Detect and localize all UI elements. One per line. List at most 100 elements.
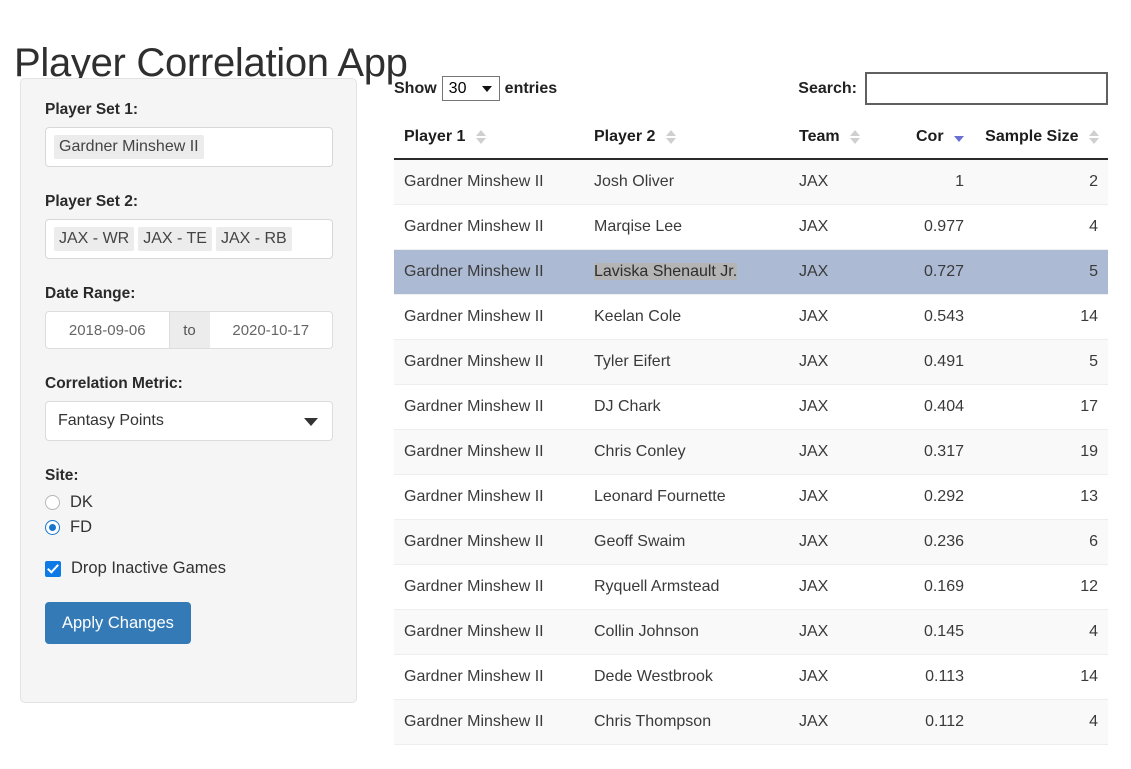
cell-player2: Chris Thompson (584, 699, 789, 745)
column-header-sample-size[interactable]: Sample Size (974, 120, 1108, 160)
table-body: Gardner Minshew II Josh Oliver JAX 1 2 Gardne… (394, 159, 1108, 745)
cell-player2: Dede Westbrook (584, 654, 789, 700)
cell-team: JAX (789, 519, 864, 565)
cell-player2: Geoff Swaim (584, 519, 789, 565)
player-set-1-label: Player Set 1: (45, 101, 139, 118)
cell-team: JAX (789, 204, 864, 250)
cell-cor: 0.491 (864, 339, 974, 385)
player-set-2-label: Player Set 2: (45, 193, 139, 210)
date-start-input[interactable]: 2018-09-06 (45, 311, 170, 349)
cell-player2: Leonard Fournette (584, 474, 789, 520)
cell-team: JAX (789, 429, 864, 475)
correlation-table: Player 1 Player 2 Team Cor Sample Size G… (394, 120, 1108, 745)
table-row[interactable]: Gardner Minshew II Collin Johnson JAX 0.145… (394, 609, 1108, 655)
cell-cor: 0.543 (864, 294, 974, 340)
column-header-player1[interactable]: Player 1 (394, 120, 584, 160)
table-row[interactable]: Gardner Minshew II Ryquell Armstead JAX 0.1… (394, 564, 1108, 610)
site-radio-fd-label: FD (70, 518, 92, 536)
cell-player2: Tyler Eifert (584, 339, 789, 385)
cell-sample-size: 4 (974, 204, 1108, 250)
cell-sample-size: 4 (974, 609, 1108, 655)
site-label: Site: (45, 467, 79, 484)
cell-team: JAX (789, 474, 864, 520)
cell-player1: Gardner Minshew II (394, 294, 584, 340)
apply-changes-button[interactable]: Apply Changes (45, 602, 191, 644)
date-range-label: Date Range: (45, 285, 136, 302)
cell-player1: Gardner Minshew II (394, 654, 584, 700)
table-controls: Show 30 entries Search: (394, 72, 1108, 110)
cell-sample-size: 4 (974, 699, 1108, 745)
cell-cor: 0.145 (864, 609, 974, 655)
table-row[interactable]: Gardner Minshew II Chris Conley JAX 0.317 19 (394, 429, 1108, 475)
cell-cor: 0.236 (864, 519, 974, 565)
cell-cor: 0.727 (864, 249, 974, 295)
player-set-2-token[interactable]: JAX - RB (215, 227, 292, 251)
column-header-team[interactable]: Team (789, 120, 864, 160)
table-row[interactable]: Gardner Minshew II Laviska Shenault Jr. JA… (394, 249, 1108, 295)
column-header-cor-label: Cor (915, 128, 944, 145)
cell-team: JAX (789, 294, 864, 340)
cell-player2: Chris Conley (584, 429, 789, 475)
cell-player1: Gardner Minshew II (394, 159, 584, 205)
correlation-metric-label: Correlation Metric: (45, 375, 183, 392)
table-row[interactable]: Gardner Minshew II Keelan Cole JAX 0.543 14 (394, 294, 1108, 340)
player-set-2-token[interactable]: JAX - TE (138, 227, 212, 251)
player-set-1-token[interactable]: Gardner Minshew II (54, 135, 204, 159)
player-set-2-input[interactable]: JAX - WR JAX - TE JAX - RB (45, 219, 333, 259)
date-end-input[interactable]: 2020-10-17 (209, 311, 333, 349)
column-header-sample-size-label: Sample Size (985, 128, 1079, 145)
cell-team: JAX (789, 384, 864, 430)
cell-cor: 0.112 (864, 699, 974, 745)
cell-player1: Gardner Minshew II (394, 564, 584, 610)
table-row[interactable]: Gardner Minshew II Geoff Swaim JAX 0.236 6 (394, 519, 1108, 565)
cell-cor: 0.113 (864, 654, 974, 700)
cell-cor: 0.977 (864, 204, 974, 250)
correlation-metric-select[interactable]: Fantasy Points (45, 401, 333, 441)
cell-sample-size: 19 (974, 429, 1108, 475)
table-row[interactable]: Gardner Minshew II Marqise Lee JAX 0.977 4 (394, 204, 1108, 250)
table-row[interactable]: Gardner Minshew II Chris Thompson JAX 0.112… (394, 699, 1108, 745)
sort-both-icon (1089, 129, 1099, 145)
sort-both-icon (475, 129, 486, 145)
sort-both-icon (850, 129, 861, 145)
show-label: Show (394, 79, 437, 97)
date-range-separator: to (169, 311, 210, 349)
site-radio-fd[interactable]: FD (45, 518, 332, 537)
cell-team: JAX (789, 654, 864, 700)
page-length-value: 30 (448, 79, 467, 97)
search-input[interactable] (865, 72, 1108, 105)
cell-player2: DJ Chark (584, 384, 789, 430)
cell-sample-size: 2 (974, 159, 1108, 205)
cell-player2: Keelan Cole (584, 294, 789, 340)
date-range-group: 2018-09-06 to 2020-10-17 (45, 311, 333, 349)
search-control: Search: (798, 72, 1108, 105)
player-set-1-input[interactable]: Gardner Minshew II (45, 127, 333, 167)
cell-player1: Gardner Minshew II (394, 609, 584, 655)
table-row[interactable]: Gardner Minshew II DJ Chark JAX 0.404 17 (394, 384, 1108, 430)
cell-sample-size: 17 (974, 384, 1108, 430)
cell-sample-size: 12 (974, 564, 1108, 610)
cell-sample-size: 14 (974, 294, 1108, 340)
drop-inactive-games-checkbox[interactable]: Drop Inactive Games (45, 559, 332, 578)
table-head: Player 1 Player 2 Team Cor Sample Size (394, 120, 1108, 160)
controls-panel: Player Set 1: Gardner Minshew II Player … (20, 78, 357, 703)
cell-cor: 0.169 (864, 564, 974, 610)
column-header-cor[interactable]: Cor (864, 120, 974, 160)
player-set-2-token[interactable]: JAX - WR (54, 227, 135, 251)
cell-team: JAX (789, 699, 864, 745)
app-page: Player Correlation App Player Set 1: Gar… (0, 0, 1131, 769)
table-row[interactable]: Gardner Minshew II Dede Westbrook JAX 0.113… (394, 654, 1108, 700)
sort-both-icon (665, 129, 676, 145)
correlation-metric-value: Fantasy Points (58, 412, 164, 429)
cell-cor: 0.404 (864, 384, 974, 430)
cell-player2: Marqise Lee (584, 204, 789, 250)
site-radio-dk[interactable]: DK (45, 493, 332, 512)
radio-fd-icon (45, 520, 60, 535)
table-row[interactable]: Gardner Minshew II Tyler Eifert JAX 0.491 5 (394, 339, 1108, 385)
cell-player1: Gardner Minshew II (394, 384, 584, 430)
table-row[interactable]: Gardner Minshew II Leonard Fournette JAX 0.… (394, 474, 1108, 520)
page-length-select[interactable]: 30 (441, 76, 500, 101)
cell-team: JAX (789, 339, 864, 385)
column-header-player2[interactable]: Player 2 (584, 120, 789, 160)
table-row[interactable]: Gardner Minshew II Josh Oliver JAX 1 2 (394, 159, 1108, 205)
